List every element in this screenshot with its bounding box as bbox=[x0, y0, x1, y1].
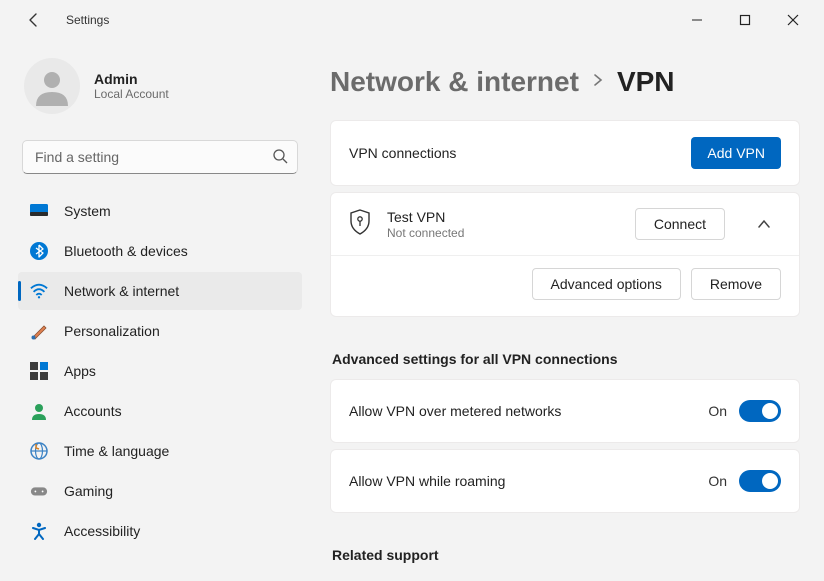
advanced-options-button[interactable]: Advanced options bbox=[532, 268, 681, 300]
metered-setting-card: Allow VPN over metered networks On bbox=[330, 379, 800, 443]
metered-label: Allow VPN over metered networks bbox=[349, 403, 561, 419]
roaming-state-text: On bbox=[708, 473, 727, 489]
sidebar-item-label: Gaming bbox=[64, 483, 113, 499]
metered-state-text: On bbox=[708, 403, 727, 419]
sidebar: Admin Local Account System Bluetooth & d… bbox=[0, 40, 308, 581]
sidebar-item-label: System bbox=[64, 203, 111, 219]
chevron-up-icon bbox=[757, 217, 771, 231]
roaming-label: Allow VPN while roaming bbox=[349, 473, 505, 489]
sidebar-item-apps[interactable]: Apps bbox=[18, 352, 302, 390]
gamepad-icon bbox=[30, 482, 48, 500]
sidebar-item-accessibility[interactable]: Accessibility bbox=[18, 512, 302, 550]
wifi-icon bbox=[30, 282, 48, 300]
roaming-toggle[interactable] bbox=[739, 470, 781, 492]
maximize-button[interactable] bbox=[722, 4, 768, 36]
avatar bbox=[24, 58, 80, 114]
breadcrumb: Network & internet VPN bbox=[330, 66, 800, 98]
breadcrumb-parent[interactable]: Network & internet bbox=[330, 66, 579, 98]
connect-button[interactable]: Connect bbox=[635, 208, 725, 240]
vpn-item: Test VPN Not connected Connect Advanced … bbox=[330, 192, 800, 317]
sidebar-item-bluetooth[interactable]: Bluetooth & devices bbox=[18, 232, 302, 270]
vpn-connections-card: VPN connections Add VPN bbox=[330, 120, 800, 186]
metered-toggle[interactable] bbox=[739, 400, 781, 422]
globe-icon bbox=[30, 442, 48, 460]
sidebar-item-personalization[interactable]: Personalization bbox=[18, 312, 302, 350]
profile-subtitle: Local Account bbox=[94, 87, 169, 101]
roaming-setting-card: Allow VPN while roaming On bbox=[330, 449, 800, 513]
search-input[interactable] bbox=[22, 140, 298, 174]
system-icon bbox=[30, 202, 48, 220]
profile-name: Admin bbox=[94, 71, 169, 87]
brush-icon bbox=[30, 322, 48, 340]
sidebar-item-time-language[interactable]: Time & language bbox=[18, 432, 302, 470]
close-icon bbox=[787, 14, 799, 26]
minimize-button[interactable] bbox=[674, 4, 720, 36]
back-button[interactable] bbox=[22, 8, 46, 32]
advanced-settings-heading: Advanced settings for all VPN connection… bbox=[332, 351, 800, 367]
close-button[interactable] bbox=[770, 4, 816, 36]
sidebar-item-label: Bluetooth & devices bbox=[64, 243, 188, 259]
maximize-icon bbox=[739, 14, 751, 26]
vpn-status: Not connected bbox=[387, 226, 619, 240]
titlebar: Settings bbox=[0, 0, 824, 40]
related-support-heading: Related support bbox=[332, 547, 800, 563]
minimize-icon bbox=[691, 14, 703, 26]
expand-toggle[interactable] bbox=[747, 207, 781, 241]
sidebar-item-label: Apps bbox=[64, 363, 96, 379]
sidebar-item-system[interactable]: System bbox=[18, 192, 302, 230]
shield-icon bbox=[349, 209, 371, 240]
main-content: Network & internet VPN VPN connections A… bbox=[308, 40, 824, 581]
accessibility-icon bbox=[30, 522, 48, 540]
sidebar-item-label: Accessibility bbox=[64, 523, 140, 539]
profile-block[interactable]: Admin Local Account bbox=[18, 50, 302, 134]
sidebar-item-label: Accounts bbox=[64, 403, 122, 419]
arrow-left-icon bbox=[26, 12, 42, 28]
add-vpn-button[interactable]: Add VPN bbox=[691, 137, 781, 169]
window-title: Settings bbox=[66, 13, 109, 27]
sidebar-item-label: Network & internet bbox=[64, 283, 179, 299]
person-icon bbox=[32, 66, 72, 106]
apps-icon bbox=[30, 362, 48, 380]
sidebar-item-accounts[interactable]: Accounts bbox=[18, 392, 302, 430]
breadcrumb-current: VPN bbox=[617, 66, 675, 98]
sidebar-item-label: Time & language bbox=[64, 443, 169, 459]
chevron-right-icon bbox=[591, 73, 605, 92]
sidebar-item-gaming[interactable]: Gaming bbox=[18, 472, 302, 510]
vpn-name: Test VPN bbox=[387, 209, 619, 225]
sidebar-item-label: Personalization bbox=[64, 323, 160, 339]
vpn-connections-label: VPN connections bbox=[349, 145, 456, 161]
bluetooth-icon bbox=[30, 242, 48, 260]
person-icon bbox=[30, 402, 48, 420]
sidebar-item-network[interactable]: Network & internet bbox=[18, 272, 302, 310]
remove-button[interactable]: Remove bbox=[691, 268, 781, 300]
